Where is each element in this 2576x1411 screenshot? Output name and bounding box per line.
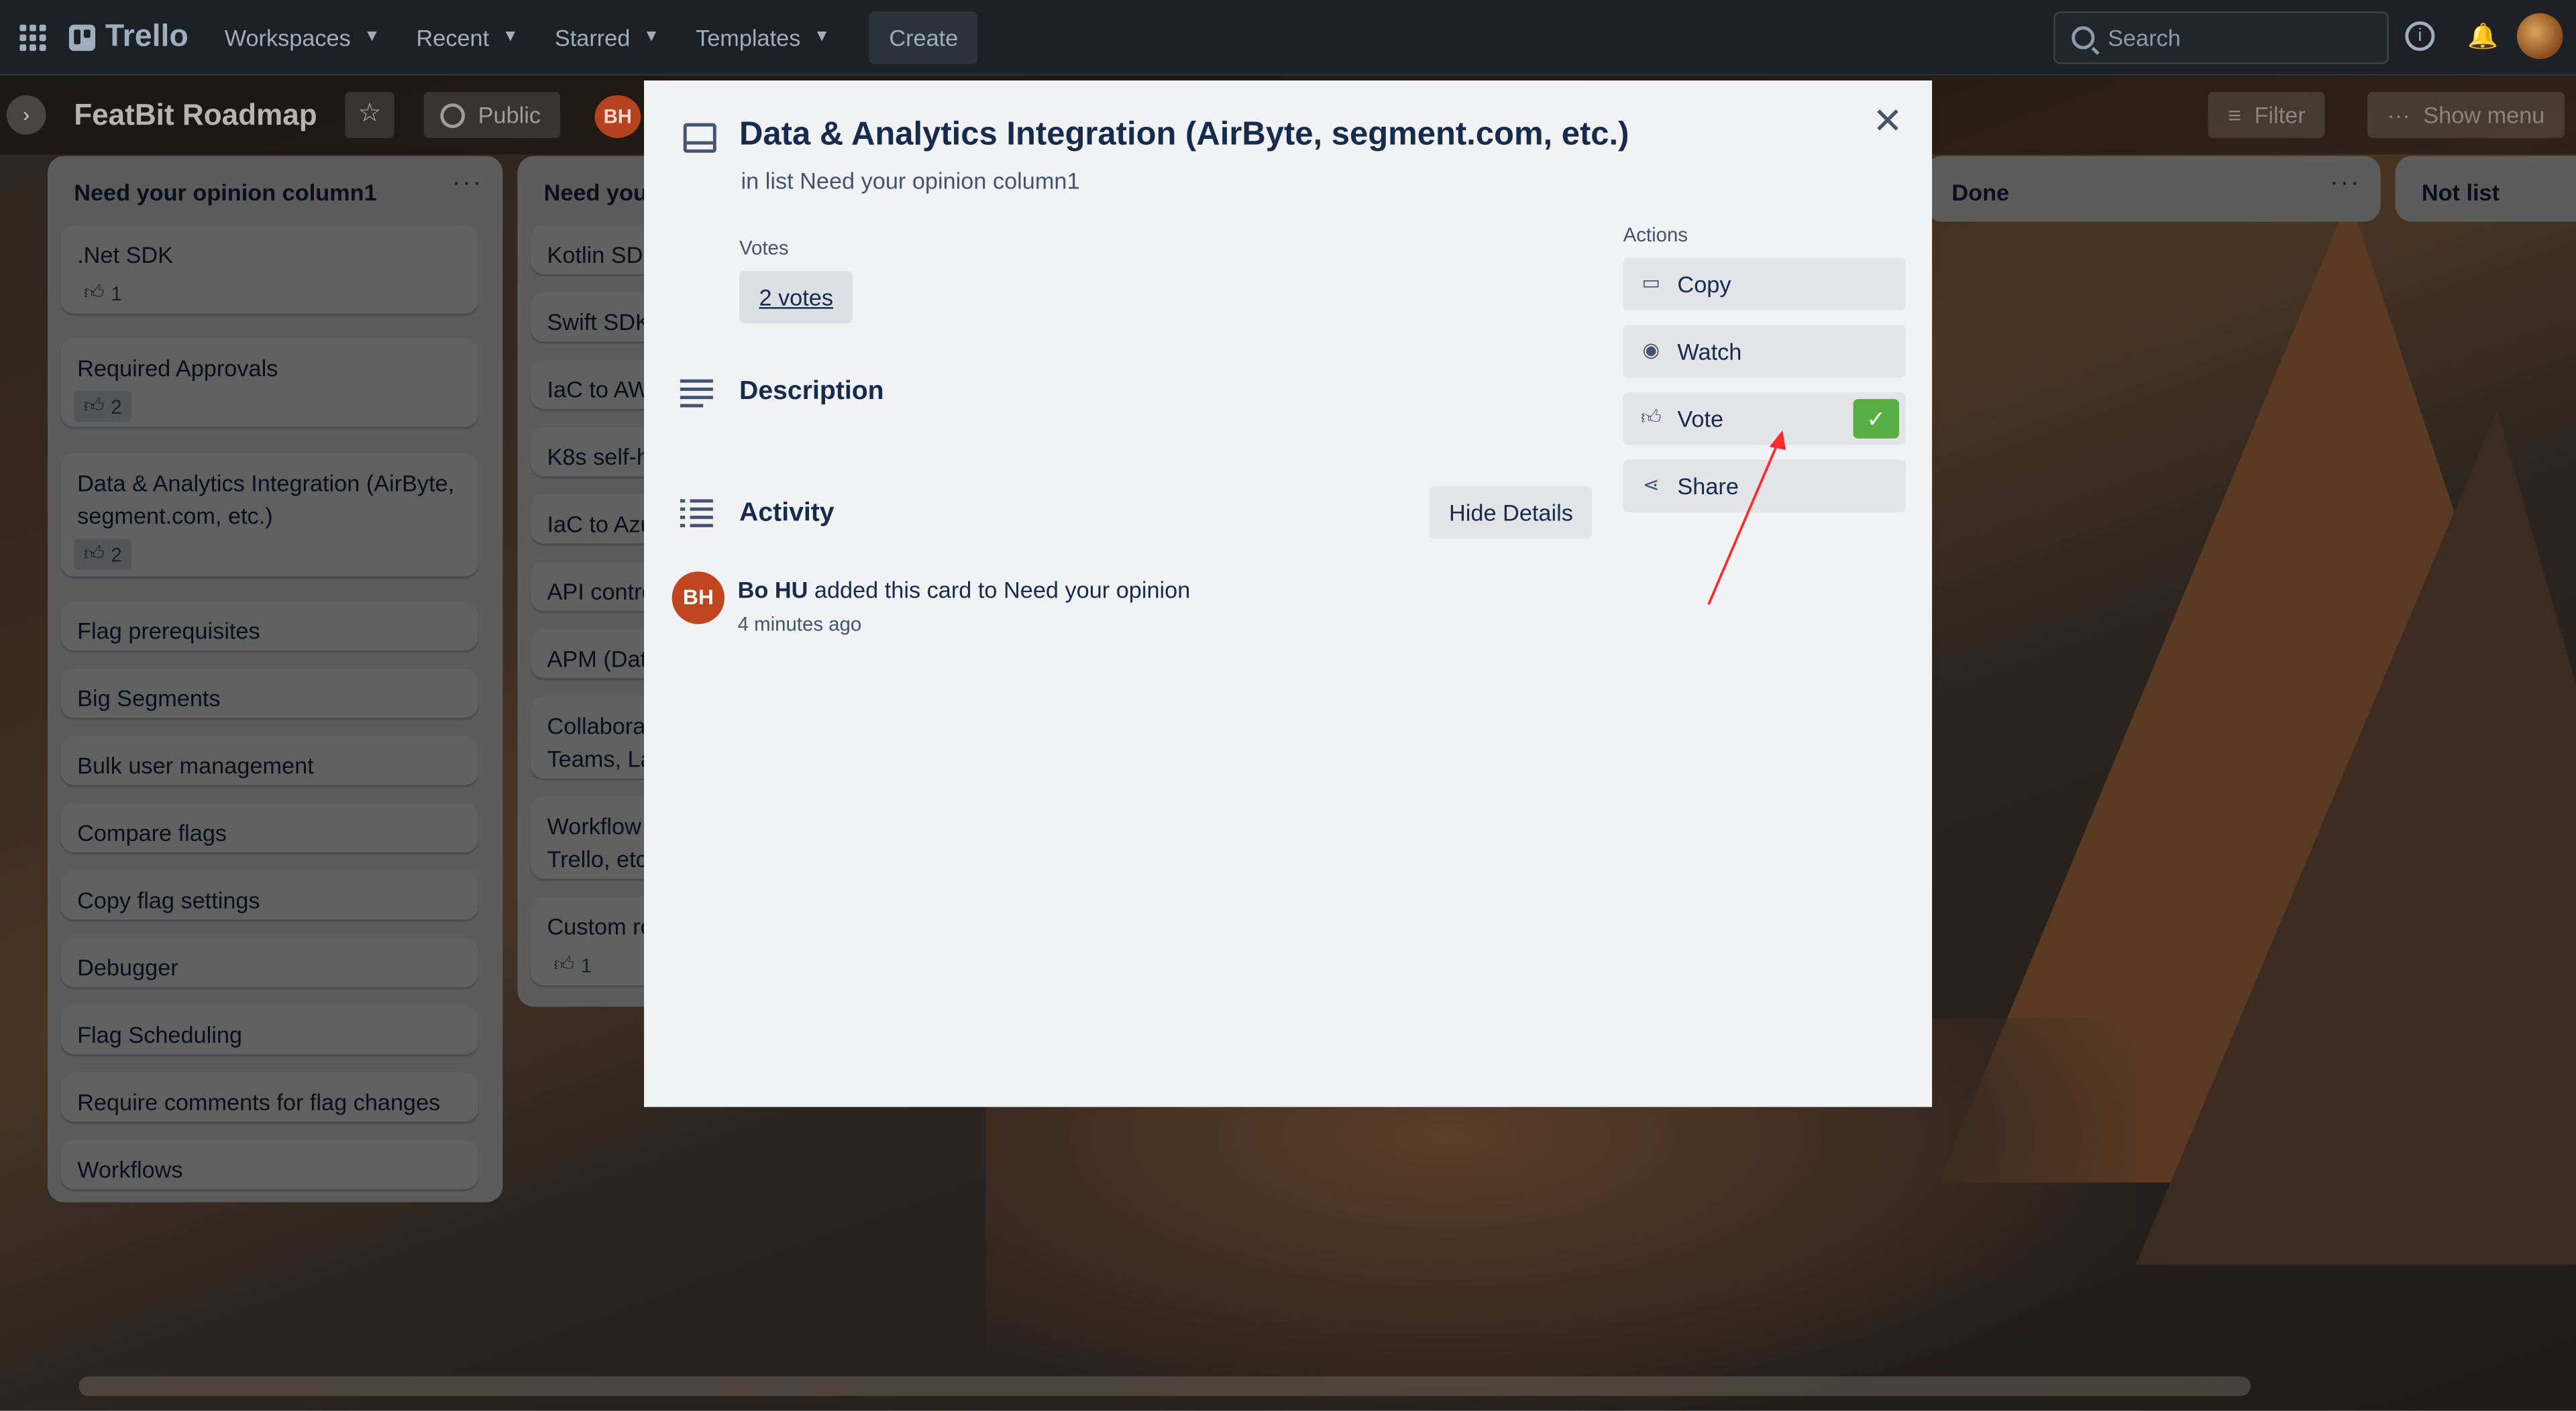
trello-screen: Trello Workspaces ▼ Recent ▼ Starred ▼ T… [0, 0, 2576, 1411]
annotation-arrow [1707, 430, 1786, 605]
